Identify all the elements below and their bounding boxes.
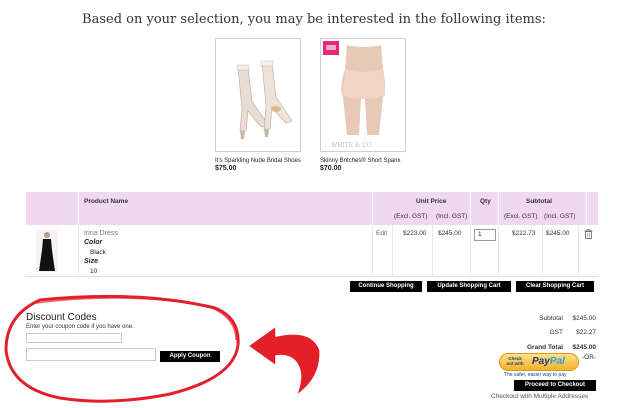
edit-link[interactable]: Edit: [376, 230, 387, 237]
continue-shopping-button[interactable]: Continue Shopping: [350, 281, 422, 292]
discount-title: Discount Codes: [26, 312, 97, 323]
clear-cart-button[interactable]: Clear Shopping Cart: [516, 281, 594, 292]
paypal-small-text: Check out with: [506, 356, 524, 366]
recommendation-heading: Based on your selection, you may be inte…: [82, 12, 546, 27]
trash-icon[interactable]: [584, 229, 593, 239]
shopping-cart-table: Product Name Unit Price Qty Subtotal (Ex…: [26, 192, 598, 277]
grand-total-value: $245.00: [572, 344, 597, 351]
option-size-label: Size: [84, 258, 99, 265]
unit-price-excl: $223.00: [403, 230, 427, 237]
update-cart-button[interactable]: Update Shopping Cart: [427, 281, 511, 292]
multiple-addresses-link[interactable]: Checkout with Multiple Addresses: [491, 393, 588, 400]
subtotal-label: Subtotal: [539, 315, 563, 322]
arrow-icon: [246, 324, 321, 399]
product-name[interactable]: It's Sparkling Nude Bridal Shoes: [215, 158, 315, 164]
header-sub-incl: (Incl. GST): [544, 213, 576, 220]
svg-text:WHITE & CO: WHITE & CO: [331, 142, 372, 149]
unit-price-incl: $245.00: [438, 230, 462, 237]
or-separator: -OR-: [582, 354, 597, 361]
cart-header: Product Name Unit Price Qty Subtotal (Ex…: [26, 192, 598, 225]
product-price: $70.00: [320, 165, 342, 172]
discount-hint: Enter your coupon code if you have one.: [26, 324, 134, 330]
header-product-name: Product Name: [84, 198, 129, 205]
header-qty: Qty: [480, 198, 491, 205]
item-name[interactable]: Irina Dress: [84, 230, 118, 237]
product-name[interactable]: Skinny Britches® Short Spanx: [320, 158, 420, 164]
proceed-to-checkout-button[interactable]: Proceed to Checkout: [514, 380, 596, 391]
paypal-tagline: The safer, easier way to pay: [504, 372, 567, 378]
product-image-spanx[interactable]: WHITE & CO: [320, 38, 406, 152]
option-size-value: 10: [90, 268, 98, 275]
header-unit-incl: (Incl. GST): [436, 213, 468, 220]
coupon-code-field[interactable]: [26, 348, 156, 361]
subtotal-excl: $222.73: [512, 230, 536, 237]
apply-coupon-button[interactable]: Apply Coupon: [160, 351, 220, 362]
product-card-spanx[interactable]: WHITE & CO Skinny Britches® Short Spanx …: [320, 38, 420, 172]
header-unit-excl: (Excl. GST): [394, 213, 428, 220]
header-unit-price: Unit Price: [416, 198, 447, 205]
paypal-logo: PayPal: [532, 356, 565, 367]
grand-total-label: Grand Total: [527, 344, 563, 351]
qty-input[interactable]: 1: [474, 229, 496, 241]
item-thumbnail[interactable]: [36, 230, 58, 272]
cart-item-row: Irina Dress Color Black Size 10 Edit $22…: [26, 225, 598, 277]
header-subtotal: Subtotal: [526, 198, 552, 205]
product-price: $75.00: [215, 165, 237, 172]
option-color-label: Color: [84, 239, 103, 246]
coupon-code-input[interactable]: [26, 333, 122, 343]
header-sub-excl: (Excl. GST): [504, 213, 538, 220]
gst-label: GST: [549, 329, 563, 336]
option-color-value: Black: [90, 249, 106, 256]
product-image-shoes[interactable]: [215, 38, 301, 152]
gst-value: $22.27: [576, 329, 596, 336]
subtotal-incl: $245.00: [546, 230, 570, 237]
product-card-shoes[interactable]: It's Sparkling Nude Bridal Shoes $75.00: [215, 38, 315, 172]
subtotal-value: $245.00: [572, 315, 597, 322]
